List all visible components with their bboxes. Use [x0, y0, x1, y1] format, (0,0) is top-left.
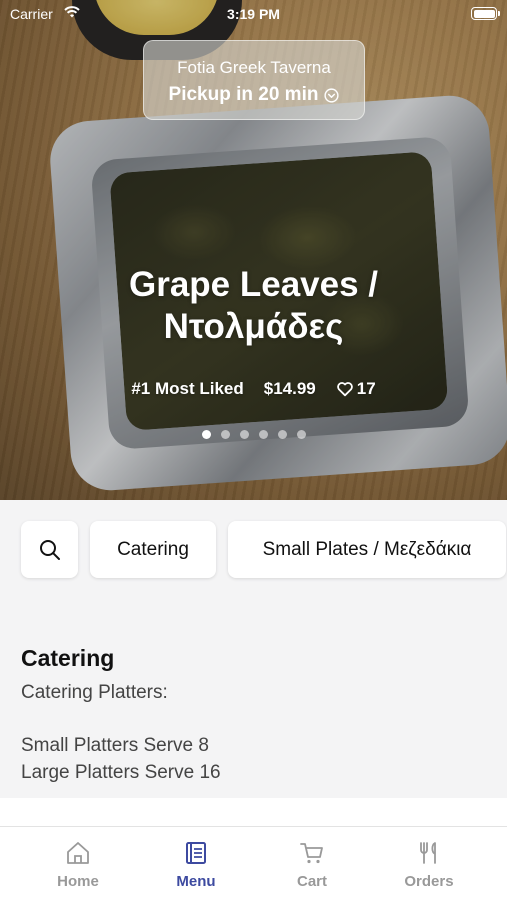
catering-section: Catering Catering Platters: Small Platte…: [0, 618, 507, 798]
carousel-dot[interactable]: [277, 430, 287, 439]
menu-book-icon: [186, 842, 206, 864]
tab-orders[interactable]: Orders: [366, 827, 492, 900]
battery-icon: [471, 7, 500, 20]
carousel-page-indicator[interactable]: [0, 430, 507, 439]
tab-menu[interactable]: Menu: [133, 827, 259, 900]
clock: 3:19 PM: [227, 6, 280, 22]
tab-cart[interactable]: Cart: [249, 827, 375, 900]
search-button[interactable]: [21, 521, 78, 578]
chevron-down-circle-icon: [324, 87, 340, 103]
home-icon: [67, 842, 89, 864]
carousel-dot[interactable]: [296, 430, 306, 439]
likes-value: 17: [356, 379, 376, 398]
cart-icon: [300, 843, 323, 864]
section-title: Catering: [21, 645, 115, 671]
tab-orders-label: Orders: [404, 873, 454, 890]
carousel-dot[interactable]: [220, 430, 230, 439]
fork-knife-icon: [420, 842, 436, 864]
category-chip-catering[interactable]: Catering: [90, 521, 216, 578]
tab-cart-label: Cart: [296, 873, 327, 890]
price-label: $14.99: [263, 379, 316, 398]
tab-menu-label: Menu: [176, 873, 216, 890]
tab-home-label: Home: [57, 873, 99, 890]
hero-banner[interactable]: Carrier 3:19 PM Fotia Greek Taverna Pick…: [0, 0, 507, 500]
rank-label: #1 Most Liked: [131, 379, 244, 398]
heart-icon: [336, 382, 353, 397]
likes-count: 17: [336, 379, 376, 399]
pickup-time-label: Pickup in 20 min: [168, 84, 319, 105]
featured-item-title[interactable]: Grape Leaves / Ντολμάδες: [40, 264, 467, 348]
tab-bar: Home Menu Cart Orders: [0, 826, 507, 900]
carousel-dot[interactable]: [239, 430, 249, 439]
category-filter-bar: Catering Small Plates / Μεζεδάκια: [0, 500, 507, 618]
status-bar: Carrier 3:19 PM: [0, 0, 507, 28]
list-separator: [0, 798, 507, 826]
search-icon: [39, 539, 60, 560]
carousel-dot[interactable]: [201, 430, 211, 439]
pickup-selector[interactable]: Fotia Greek Taverna Pickup in 20 min: [143, 40, 365, 120]
store-name: Fotia Greek Taverna: [177, 58, 331, 77]
carousel-dot[interactable]: [258, 430, 268, 439]
section-description: Catering Platters: Small Platters Serve …: [21, 682, 221, 783]
category-chip-small-plates[interactable]: Small Plates / Μεζεδάκια: [228, 521, 506, 578]
featured-item-meta: #1 Most Liked $14.99 17: [0, 379, 507, 399]
tab-home[interactable]: Home: [15, 827, 141, 900]
